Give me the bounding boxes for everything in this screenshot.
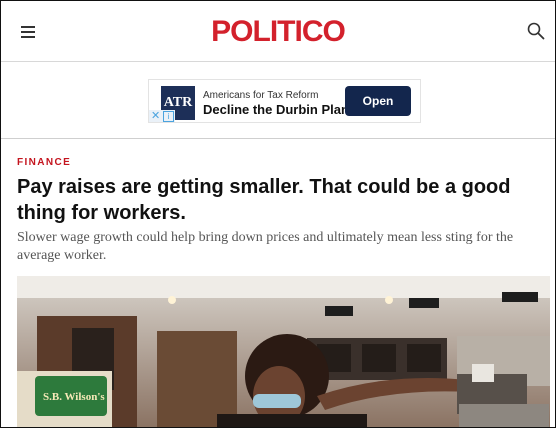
- article-headline: Pay raises are getting smaller. That cou…: [17, 176, 511, 224]
- site-header: POLITICO: [1, 1, 555, 62]
- section-divider: [1, 138, 555, 139]
- ad-info-icon[interactable]: i: [163, 111, 174, 122]
- shop-sign-text: S.B. Wilson's: [43, 391, 105, 403]
- page: POLITICO ATR Americans for Tax Reform De…: [0, 0, 556, 428]
- article-photo: S.B. Wilson's: [17, 276, 550, 427]
- site-logo[interactable]: POLITICO: [1, 15, 555, 49]
- ad-close-icon[interactable]: ✕: [151, 109, 160, 122]
- search-icon[interactable]: [527, 22, 545, 40]
- ad-banner[interactable]: ATR Americans for Tax Reform Decline the…: [148, 79, 421, 123]
- ad-headline: Decline the Durbin Plan: [203, 102, 349, 117]
- ad-choices[interactable]: ✕ i: [149, 110, 175, 122]
- coffee-shop-photo: S.B. Wilson's: [17, 276, 550, 427]
- article-dek: Slower wage growth could help bring down…: [17, 230, 514, 263]
- ad-sponsor: Americans for Tax Reform: [203, 90, 319, 101]
- article-kicker[interactable]: FINANCE: [17, 157, 71, 168]
- ad-open-button[interactable]: Open: [345, 86, 411, 116]
